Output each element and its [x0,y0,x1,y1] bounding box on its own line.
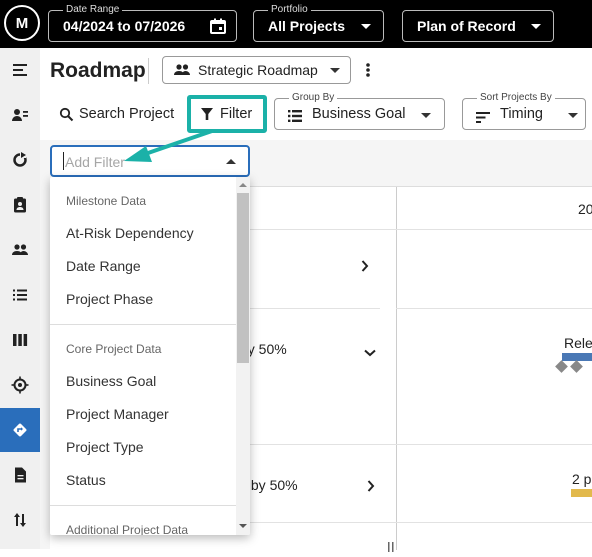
document-icon [15,467,26,483]
sidebar-item-sort[interactable] [0,498,40,542]
group-by-label: Group By [289,92,338,103]
calendar-icon [210,18,226,39]
group-by-value: Business Goal [312,106,406,122]
sort-by-label: Sort Projects By [477,92,555,103]
filter-option-date-range[interactable]: Date Range [66,258,141,274]
search-project-button[interactable]: Search Project [56,100,180,128]
view-name: Strategic Roadmap [198,62,318,78]
sidebar-item-menu[interactable] [0,48,40,92]
filter-option-status[interactable]: Status [66,472,106,488]
refresh-icon [13,152,27,167]
people-icon [173,62,191,83]
chevron-down-icon [361,24,371,29]
chevron-up-icon [226,159,236,164]
sidebar-item-list[interactable] [0,273,40,317]
plan-value: Plan of Record [417,18,516,34]
add-filter-placeholder: Add Filter [65,154,125,170]
milestone-label: 2 p [572,471,592,487]
list-icon [288,109,302,127]
milestone-diamond[interactable] [570,360,583,373]
date-range-value: 04/2024 to 07/2026 [63,18,186,34]
date-range-select[interactable]: Date Range 04/2024 to 07/2026 [48,4,237,42]
roadmap-icon [13,423,27,437]
view-select[interactable]: Strategic Roadmap [162,56,351,84]
more-options-icon[interactable] [362,60,374,80]
section-header-additional: Additional Project Data [66,523,189,535]
text-cursor [63,152,64,170]
page-title: Roadmap [50,59,146,82]
collapse-row-chevron-icon[interactable] [363,345,377,363]
sidebar-item-team[interactable] [0,228,40,272]
year-header: 20 [578,201,592,217]
filter-dropdown: Milestone Data At-Risk Dependency Date R… [50,177,250,535]
chevron-down-icon [568,113,578,118]
sidebar-item-board[interactable] [0,318,40,362]
milestone-label: Rele [564,335,592,351]
add-filter-input[interactable]: Add Filter [50,145,250,177]
people-icon [12,244,28,255]
scroll-down-icon[interactable] [239,524,247,528]
menu-icon [13,64,27,76]
chevron-down-icon [531,24,541,29]
chevron-down-icon [421,113,431,118]
year-divider [396,187,397,550]
portfolio-label: Portfolio [268,4,311,15]
section-divider [50,505,236,506]
swap-vertical-icon [14,513,26,527]
section-header-core: Core Project Data [66,342,162,356]
portfolio-select[interactable]: Portfolio All Projects [253,4,384,42]
columns-icon [13,334,28,346]
resize-handle-icon[interactable] [388,539,394,557]
dropdown-scrollbar[interactable] [236,177,250,535]
clipboard-person-icon [14,197,26,213]
sort-by-select[interactable]: Sort Projects By Timing [462,92,586,130]
chevron-down-icon [330,68,340,73]
target-icon [11,376,29,394]
expand-row-chevron-icon[interactable] [366,479,376,498]
filter-icon [201,108,213,126]
sidebar-item-roadmap[interactable] [0,408,40,452]
section-divider [50,324,236,325]
top-bar: M Date Range 04/2024 to 07/2026 Portfoli… [0,0,592,48]
logo-text: M [15,14,29,32]
scroll-up-icon[interactable] [239,183,247,187]
milestone-diamond[interactable] [555,360,568,373]
filter-label: Filter [220,106,253,122]
filter-option-project-phase[interactable]: Project Phase [66,291,153,307]
search-icon [59,107,74,127]
date-range-label: Date Range [63,4,123,15]
scrollbar-thumb[interactable] [237,193,249,363]
portfolio-value: All Projects [268,18,346,34]
sidebar-item-cycle[interactable] [0,138,40,182]
person-list-icon [12,109,28,121]
project-bar[interactable] [571,489,592,497]
filter-option-at-risk-dependency[interactable]: At-Risk Dependency [66,225,194,241]
expand-row-chevron-icon[interactable] [360,259,370,278]
sidebar-item-clipboard[interactable] [0,183,40,227]
filter-option-project-type[interactable]: Project Type [66,439,144,455]
sidebar-item-target[interactable] [0,363,40,407]
group-by-select[interactable]: Group By Business Goal [274,92,445,130]
list-icon [13,289,27,301]
divider [148,58,149,84]
app-logo[interactable]: M [4,5,40,41]
sidebar-item-people[interactable] [0,93,40,137]
sidebar [0,48,40,549]
filter-button[interactable]: Filter [187,95,267,133]
filter-option-project-manager[interactable]: Project Manager [66,406,169,422]
sidebar-item-document[interactable] [0,453,40,497]
sort-icon [476,110,490,128]
section-header-milestone: Milestone Data [66,194,147,208]
plan-select[interactable]: Plan of Record [402,10,554,42]
search-project-label: Search Project [79,106,175,122]
filter-option-business-goal[interactable]: Business Goal [66,373,156,389]
grid-line [396,308,592,309]
sort-by-value: Timing [500,106,543,122]
